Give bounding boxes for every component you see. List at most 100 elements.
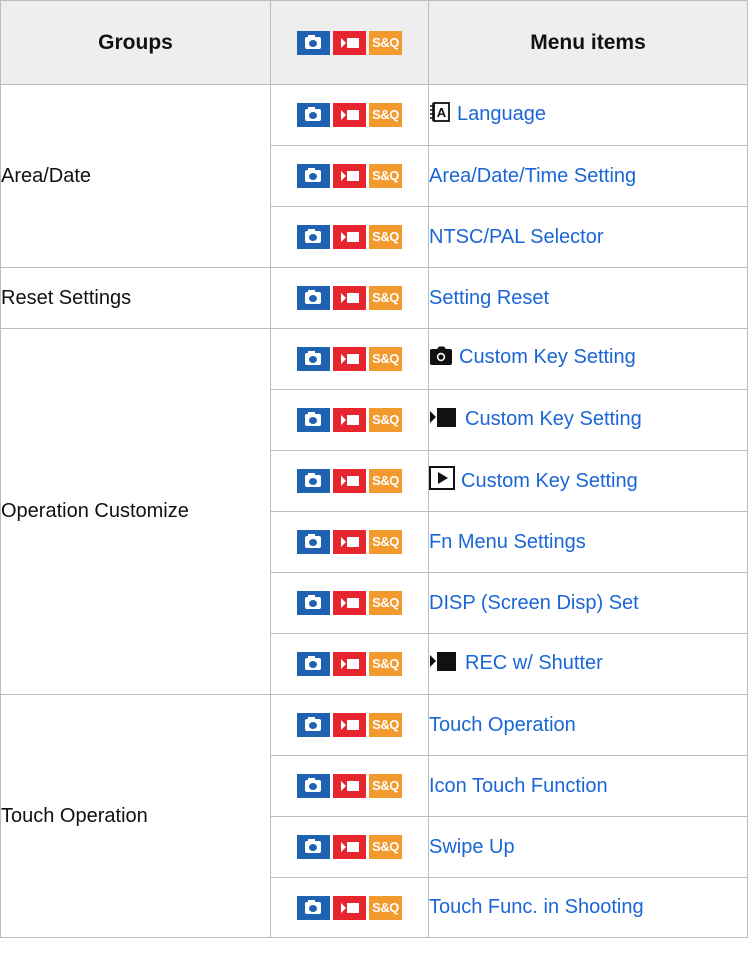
s-and-q-icon: S&Q <box>369 225 402 249</box>
table-row: Touch Operation S&Q Touch Operation <box>0 694 748 938</box>
s-and-q-icon: S&Q <box>369 408 402 432</box>
menu-item-cell: Custom Key Setting <box>428 389 748 451</box>
mode-badges: S&Q <box>297 225 402 249</box>
mode-badges: S&Q <box>297 408 402 432</box>
s-and-q-icon: S&Q <box>369 835 402 859</box>
mode-cell: S&Q <box>270 816 429 878</box>
movie-icon <box>333 835 366 859</box>
menu-item-link[interactable]: Custom Key Setting <box>459 346 636 368</box>
mode-badges: S&Q <box>297 347 402 371</box>
s-and-q-icon: S&Q <box>369 164 402 188</box>
menu-item-link[interactable]: DISP (Screen Disp) Set <box>429 592 639 614</box>
movie-icon <box>333 164 366 188</box>
mode-badges: S&Q <box>297 652 402 676</box>
movie-mode-icon <box>429 650 459 678</box>
mode-cell: S&Q <box>270 84 429 146</box>
language-icon: A <box>429 101 451 129</box>
menu-item-link[interactable]: Touch Func. in Shooting <box>429 896 644 918</box>
mode-cell: S&Q <box>270 877 429 938</box>
group-name: Touch Operation <box>0 694 271 938</box>
group-name: Area/Date <box>0 84 271 268</box>
mode-cell: S&Q <box>270 145 429 207</box>
camera-photo-icon <box>297 835 330 859</box>
s-and-q-icon: S&Q <box>369 774 402 798</box>
s-and-q-icon: S&Q <box>369 713 402 737</box>
camera-photo-icon <box>297 713 330 737</box>
menu-item-link[interactable]: Setting Reset <box>429 287 549 309</box>
mode-cell: S&Q <box>270 694 429 756</box>
table-header-row: Groups S&Q Menu items <box>0 0 748 85</box>
menu-item-cell: Setting Reset <box>428 267 748 329</box>
menu-item-link[interactable]: Touch Operation <box>429 714 576 736</box>
modes-header: S&Q <box>270 0 429 85</box>
menu-item-cell: Touch Operation <box>428 694 748 756</box>
s-and-q-icon: S&Q <box>369 103 402 127</box>
movie-icon <box>333 774 366 798</box>
menu-item-link[interactable]: Custom Key Setting <box>461 470 638 492</box>
mode-cell: S&Q <box>270 511 429 573</box>
menu-item-link[interactable]: Icon Touch Function <box>429 775 608 797</box>
menu-item-cell: Area/Date/Time Setting <box>428 145 748 207</box>
camera-photo-icon <box>297 652 330 676</box>
movie-icon <box>333 103 366 127</box>
menu-items-header: Menu items <box>428 0 748 85</box>
menu-item-cell: Custom Key Setting <box>428 450 748 512</box>
camera-photo-icon <box>297 591 330 615</box>
groups-header: Groups <box>0 0 271 85</box>
playback-icon <box>429 466 455 496</box>
s-and-q-icon: S&Q <box>369 895 402 920</box>
table-row: Area/Date S&Q A Language <box>0 84 748 268</box>
menu-item-link[interactable]: NTSC/PAL Selector <box>429 226 604 248</box>
mode-badges: S&Q <box>297 164 402 188</box>
movie-icon <box>333 591 366 615</box>
movie-icon <box>333 286 366 310</box>
s-and-q-icon: S&Q <box>369 652 402 676</box>
menu-item-link[interactable]: Fn Menu Settings <box>429 531 586 553</box>
mode-cell: S&Q <box>270 450 429 512</box>
mode-badges: S&Q <box>297 286 402 310</box>
movie-icon <box>333 469 366 493</box>
menu-item-link[interactable]: Swipe Up <box>429 836 515 858</box>
svg-text:A: A <box>437 105 447 120</box>
movie-mode-icon <box>429 406 459 434</box>
mode-cell: S&Q <box>270 572 429 634</box>
menu-item-link[interactable]: Area/Date/Time Setting <box>429 165 636 187</box>
menu-item-cell: REC w/ Shutter <box>428 633 748 695</box>
movie-icon <box>333 895 366 920</box>
mode-cell: S&Q <box>270 633 429 695</box>
menu-item-cell: Icon Touch Function <box>428 755 748 817</box>
mode-cell: S&Q <box>270 389 429 451</box>
menu-item-cell: Custom Key Setting <box>428 328 748 390</box>
s-and-q-icon: S&Q <box>369 286 402 310</box>
mode-badges: S&Q <box>297 895 402 920</box>
camera-photo-icon <box>297 286 330 310</box>
table-row: Reset Settings S&Q Setting Reset <box>0 267 748 329</box>
mode-badges: S&Q <box>297 30 402 55</box>
movie-icon <box>333 652 366 676</box>
group-name: Operation Customize <box>0 328 271 695</box>
movie-icon <box>333 225 366 249</box>
table-row: Operation Customize S&Q Custom Key Setting <box>0 328 748 695</box>
mode-badges: S&Q <box>297 103 402 127</box>
mode-badges: S&Q <box>297 774 402 798</box>
mode-badges: S&Q <box>297 591 402 615</box>
movie-icon <box>333 713 366 737</box>
mode-cell: S&Q <box>270 328 429 390</box>
camera-photo-icon <box>297 895 330 920</box>
s-and-q-icon: S&Q <box>369 530 402 554</box>
movie-icon <box>333 347 366 371</box>
mode-badges: S&Q <box>297 713 402 737</box>
s-and-q-icon: S&Q <box>369 591 402 615</box>
mode-badges: S&Q <box>297 469 402 493</box>
menu-item-link[interactable]: REC w/ Shutter <box>465 652 603 674</box>
camera-photo-icon <box>297 225 330 249</box>
mode-cell: S&Q <box>270 206 429 268</box>
menu-item-link[interactable]: Language <box>457 103 546 125</box>
mode-cell: S&Q <box>270 755 429 817</box>
mode-badges: S&Q <box>297 530 402 554</box>
s-and-q-icon: S&Q <box>369 469 402 493</box>
camera-photo-icon <box>297 408 330 432</box>
menu-item-link[interactable]: Custom Key Setting <box>465 408 642 430</box>
s-and-q-icon: S&Q <box>369 30 402 55</box>
menu-item-cell: NTSC/PAL Selector <box>428 206 748 268</box>
